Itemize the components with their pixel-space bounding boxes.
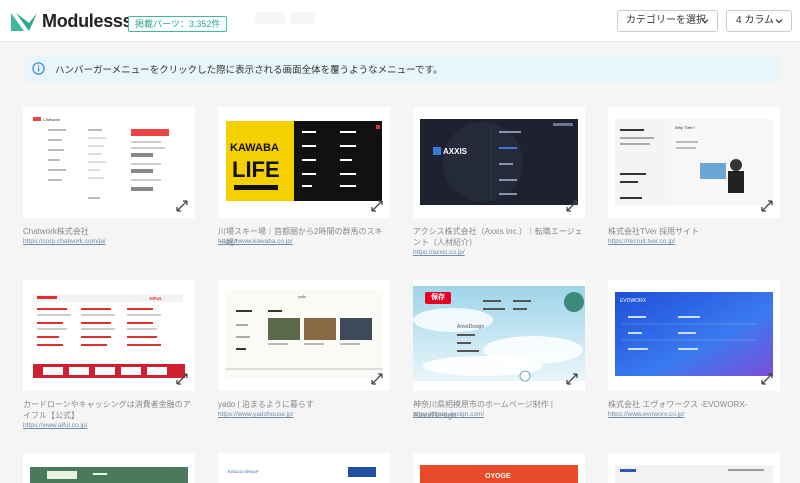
card-url[interactable]: https://amot-design.com/ <box>413 411 484 418</box>
pinterest-save-button[interactable]: 保存 <box>425 292 451 304</box>
svg-text:LIFE: LIFE <box>232 157 280 182</box>
thumbnail-kawaba: KAWABA LIFE <box>218 107 390 218</box>
nav-ghost <box>255 12 285 24</box>
expand-icon[interactable] <box>371 200 383 212</box>
info-icon <box>32 62 45 75</box>
card-thumbnail[interactable]: Chatwork <box>23 107 195 218</box>
columns-select-label: 4 カラム <box>736 15 775 26</box>
thumbnail-chatwork: Chatwork <box>23 107 195 218</box>
thumbnail-evoworx: EVOWORX <box>608 280 780 391</box>
thumbnail-aiful: AIFUL <box>23 280 195 391</box>
card-thumbnail[interactable] <box>23 453 195 483</box>
expand-icon[interactable] <box>371 373 383 385</box>
thumbnail-partial <box>608 453 780 483</box>
card-url[interactable]: https://axxis.co.jp/ <box>413 249 465 256</box>
card-title[interactable]: 株式会社 エヴォワークス -EVOWORX- <box>608 399 780 410</box>
card-thumbnail[interactable]: AXXIS <box>413 107 585 218</box>
thumb-label: AXXIS <box>443 147 468 156</box>
thumb-label: KITAGO GROUP <box>228 469 259 474</box>
card-thumbnail[interactable]: KITAGO GROUP <box>218 453 390 483</box>
chevron-down-icon <box>701 19 709 24</box>
thumbnail-partial: KITAGO GROUP <box>218 453 390 483</box>
card-url[interactable]: https://recruit.tver.co.jp/ <box>608 238 675 245</box>
thumb-label: EVOWORX <box>620 298 647 304</box>
expand-icon[interactable] <box>566 373 578 385</box>
card-title[interactable]: yado | 泊まるように暮らす <box>218 399 390 410</box>
card-url[interactable]: https://corp.chatwork.com/ja/ <box>23 238 106 245</box>
card-thumbnail[interactable]: OYOGE <box>413 453 585 483</box>
thumbnail-partial <box>23 453 195 483</box>
expand-icon[interactable] <box>761 373 773 385</box>
header: Modulesss... 掲載パーツ：3,352件 カテゴリーを選択 4 カラム <box>0 0 800 42</box>
logo-mark-icon[interactable] <box>11 13 37 31</box>
info-text: ハンバーガーメニューをクリックした際に表示される画面全体を覆うようなメニューです… <box>55 65 443 76</box>
category-select[interactable]: カテゴリーを選択 <box>617 10 718 32</box>
card-title[interactable]: カードローンやキャッシングは消費者金融のアイフル【公式】 <box>23 399 195 421</box>
parts-count-badge: 掲載パーツ：3,352件 <box>128 16 228 32</box>
card-thumbnail[interactable]: AIFUL <box>23 280 195 391</box>
thumbnail-tver: Why TVer? <box>608 107 780 218</box>
nav-ghost <box>290 12 315 24</box>
thumb-label: AIFUL <box>149 296 162 301</box>
expand-icon[interactable] <box>176 373 188 385</box>
info-banner: ハンバーガーメニューをクリックした際に表示される画面全体を覆うようなメニューです… <box>23 55 780 82</box>
card-thumbnail[interactable] <box>608 453 780 483</box>
thumbnail-axxis: AXXIS <box>413 107 585 218</box>
columns-select[interactable]: 4 カラム <box>726 10 792 32</box>
thumbnail-partial: OYOGE <box>413 453 585 483</box>
card-title[interactable]: Chatwork株式会社 <box>23 226 195 237</box>
thumbnail-yado: yado <box>218 280 390 391</box>
card-title[interactable]: 株式会社TVer 採用サイト <box>608 226 780 237</box>
expand-icon[interactable] <box>566 200 578 212</box>
category-select-label: カテゴリーを選択 <box>626 15 706 26</box>
card-url[interactable]: https://www.kawaba.co.jp/ <box>218 238 293 245</box>
card-url[interactable]: https://www.evoworx.co.jp/ <box>608 411 685 418</box>
svg-text:KAWABA: KAWABA <box>230 142 279 154</box>
card-thumbnail[interactable]: Why TVer? <box>608 107 780 218</box>
expand-icon[interactable] <box>176 200 188 212</box>
thumb-label: Chatwork <box>43 117 60 122</box>
thumb-label: AmotDesign <box>457 324 484 330</box>
chevron-down-icon <box>775 19 783 24</box>
card-title[interactable]: アクシス株式会社（Axxis Inc.）｜転職エージェント（人材紹介） <box>413 226 585 248</box>
card-thumbnail[interactable]: KAWABA LIFE <box>218 107 390 218</box>
card-thumbnail[interactable]: yado <box>218 280 390 391</box>
card-thumbnail[interactable]: AmotDesign 保存 <box>413 280 585 391</box>
card-url[interactable]: https://www.yadohouse.jp/ <box>218 411 294 418</box>
card-thumbnail[interactable]: EVOWORX <box>608 280 780 391</box>
thumb-label: OYOGE <box>485 473 511 480</box>
thumb-label: yado <box>298 294 306 299</box>
thumb-label: Why TVer? <box>675 125 695 130</box>
expand-icon[interactable] <box>761 200 773 212</box>
card-url[interactable]: https://www.aiful.co.jp/ <box>23 422 87 429</box>
